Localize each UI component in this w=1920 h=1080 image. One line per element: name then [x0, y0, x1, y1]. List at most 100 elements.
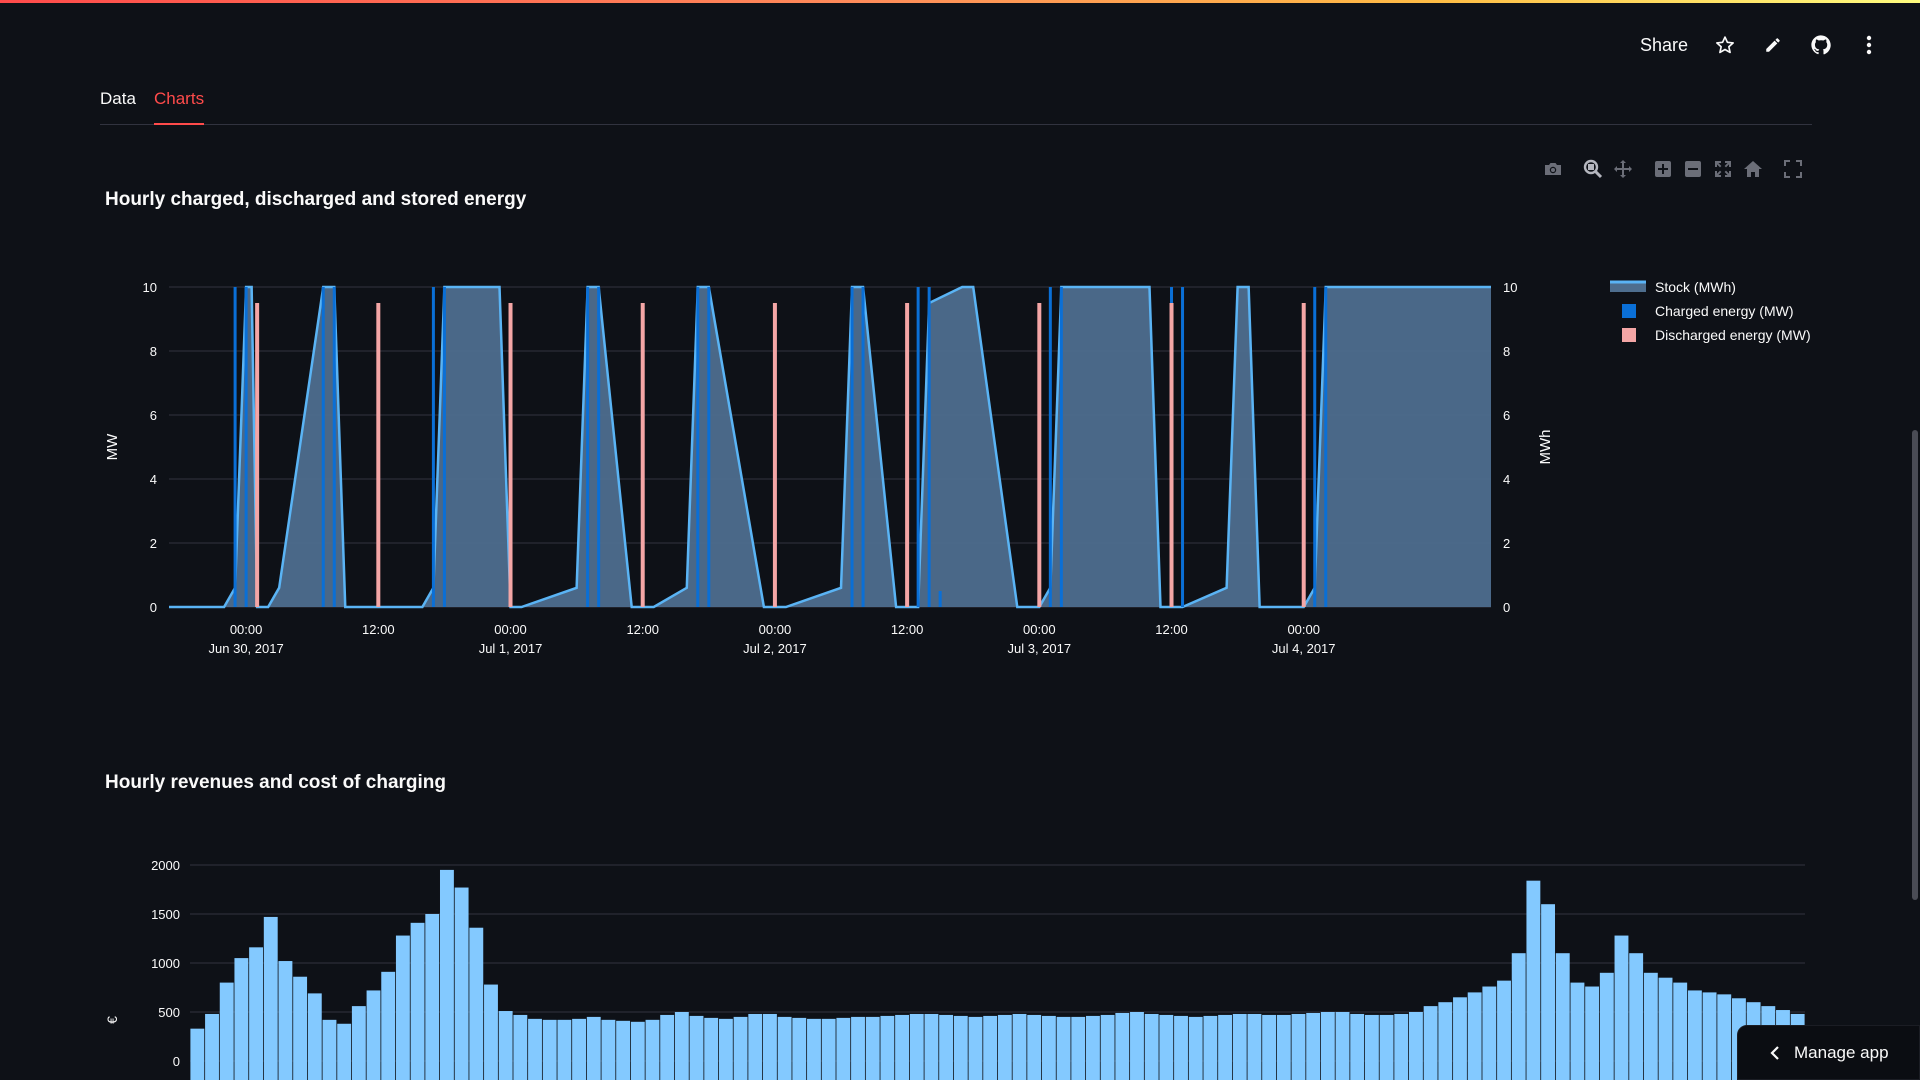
more-vertical-icon[interactable]	[1858, 34, 1880, 56]
discharged-bar	[1169, 303, 1174, 607]
scrollbar-thumb[interactable]	[1912, 430, 1918, 900]
star-icon[interactable]	[1714, 34, 1736, 56]
zoom-icon[interactable]	[1580, 156, 1606, 182]
energy-chart[interactable]: 0 0 2 2 4 4 6 6 8 8 10 10 MW MWh 00:00 Jun 30, 2017 12:0…	[0, 260, 1920, 660]
revenue-bar	[1247, 1013, 1262, 1080]
revenue-bar	[1188, 1016, 1203, 1080]
tab-bar: Data Charts	[100, 86, 1812, 125]
charged-bar	[916, 287, 920, 607]
camera-icon[interactable]	[1540, 156, 1566, 182]
charged-bar	[321, 287, 325, 607]
y2-tick-label: 8	[1503, 344, 1510, 359]
revenue-bar	[1320, 1012, 1335, 1080]
revenue-bar	[1511, 953, 1526, 1080]
y-tick-label: 2	[150, 536, 157, 551]
x-tick-label: 12:00	[1155, 622, 1188, 637]
tab-data[interactable]: Data	[100, 86, 136, 124]
revenue-bar	[469, 927, 484, 1080]
revenue-bar	[1673, 982, 1688, 1080]
revenue-bar	[689, 1015, 704, 1080]
charged-bar	[586, 287, 590, 607]
y2-axis-title: MWh	[1537, 430, 1554, 465]
charged-bar	[244, 287, 248, 607]
discharged-bar	[772, 303, 777, 607]
revenue-bar	[454, 887, 469, 1080]
revenue-bar	[1100, 1014, 1115, 1080]
y2-tick-label: 10	[1503, 280, 1517, 295]
revenue-bar	[1364, 1014, 1379, 1080]
revenue-bar	[1174, 1015, 1188, 1080]
x-tick-label: 00:00	[494, 622, 527, 637]
charged-bar	[233, 287, 237, 607]
revenue-bar	[895, 1014, 910, 1080]
github-icon[interactable]	[1810, 34, 1832, 56]
revenue-bar	[939, 1014, 954, 1080]
revenue-bar	[1115, 1012, 1130, 1080]
revenue-bar	[1658, 977, 1673, 1080]
charged-bar	[1059, 287, 1063, 607]
x-tick-label: 00:00	[1287, 622, 1320, 637]
discharged-bar	[376, 303, 381, 607]
zoom-out-icon[interactable]	[1680, 156, 1706, 182]
revenue-bar	[572, 1018, 587, 1080]
y-tick-label: 4	[150, 472, 157, 487]
x-tick-label: 12:00	[891, 622, 924, 637]
autoscale-icon[interactable]	[1710, 156, 1736, 182]
revenue-bar	[1555, 953, 1570, 1080]
y2-tick-label: 6	[1503, 408, 1510, 423]
revenue-bar	[1423, 1006, 1438, 1080]
y-axis-title: €	[104, 1016, 120, 1024]
revenue-bar	[249, 947, 264, 1080]
y-tick-label: 2000	[151, 858, 180, 873]
charged-bar	[707, 287, 711, 607]
legend-swatch	[1622, 304, 1636, 318]
revenue-bar	[1497, 980, 1511, 1080]
revenue-bar	[1262, 1014, 1277, 1080]
pencil-icon[interactable]	[1762, 34, 1784, 56]
revenue-bar	[1702, 992, 1717, 1080]
revenue-bar	[733, 1016, 748, 1080]
revenue-bar	[924, 1013, 939, 1080]
revenue-bar	[821, 1018, 836, 1080]
revenue-bar	[586, 1016, 601, 1080]
charged-bar	[1313, 287, 1317, 607]
y-tick-label: 10	[143, 280, 157, 295]
manage-app-button[interactable]: Manage app	[1737, 1025, 1920, 1080]
revenue-bar	[439, 869, 454, 1080]
revenue-bar	[1379, 1014, 1394, 1080]
y-tick-label: 1500	[151, 907, 180, 922]
tab-charts[interactable]: Charts	[154, 86, 205, 125]
y2-tick-label: 4	[1503, 472, 1510, 487]
revenue-bar	[1482, 986, 1497, 1080]
revenue-bar	[968, 1016, 983, 1080]
charged-bar	[861, 287, 865, 607]
revenue-bar	[630, 1021, 645, 1080]
pan-icon[interactable]	[1610, 156, 1636, 182]
zoom-in-icon[interactable]	[1650, 156, 1676, 182]
discharged-bar	[508, 303, 513, 607]
revenue-chart[interactable]: 0 500 1000 1500 2000 €	[0, 840, 1920, 1080]
revenue-bar	[777, 1016, 792, 1080]
fullscreen-icon[interactable]	[1780, 156, 1806, 182]
revenue-bar	[1526, 880, 1541, 1080]
revenue-bar	[1232, 1013, 1247, 1080]
revenue-bar	[1144, 1013, 1159, 1080]
share-button[interactable]: Share	[1640, 35, 1688, 56]
discharged-bar	[255, 303, 260, 607]
revenue-bar	[1041, 1015, 1056, 1080]
home-icon[interactable]	[1740, 156, 1766, 182]
revenue-bar	[1335, 1012, 1350, 1080]
x-tick-label: 12:00	[626, 622, 659, 637]
revenue-bar	[337, 1023, 352, 1080]
revenue-bar	[1276, 1014, 1291, 1080]
revenue-bar	[983, 1015, 998, 1080]
revenue-bar	[1570, 982, 1585, 1080]
chart-title-energy: Hourly charged, discharged and stored en…	[105, 189, 527, 210]
revenue-bar	[484, 984, 498, 1080]
chart-title-revenue: Hourly revenues and cost of charging	[105, 772, 447, 793]
revenue-bar	[410, 922, 425, 1080]
revenue-bar	[1027, 1014, 1042, 1080]
revenue-bar	[704, 1017, 719, 1080]
revenue-bar	[366, 990, 381, 1080]
revenue-bar	[542, 1019, 557, 1080]
